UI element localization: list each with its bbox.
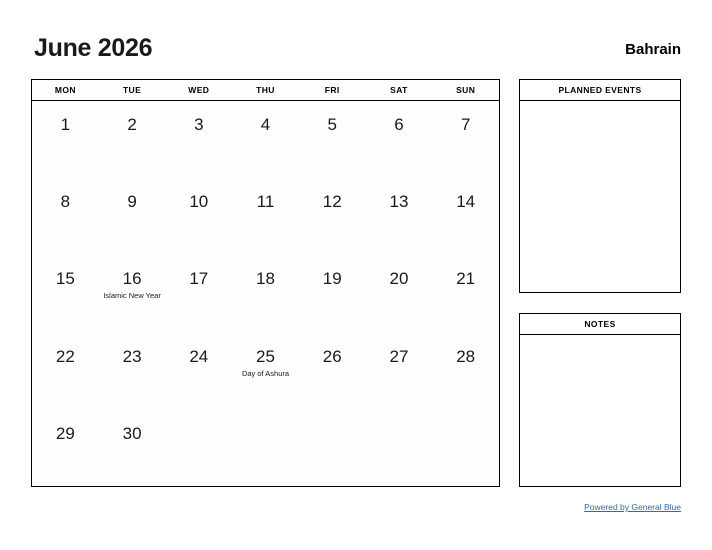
calendar-day-cell[interactable]: 1 [32, 101, 99, 178]
calendar-day-cell-empty [299, 410, 366, 487]
calendar-day-cell[interactable]: 17 [165, 255, 232, 332]
calendar-day-cell[interactable]: 16 Islamic New Year [99, 255, 166, 332]
day-of-week-header: THU [256, 85, 275, 95]
day-number: 26 [322, 346, 342, 366]
day-number: 24 [189, 346, 209, 366]
calendar-day-cell[interactable]: 3 [165, 101, 232, 178]
notes-panel: NOTES [519, 313, 681, 487]
calendar-week-row: 22 23 24 25 Day of Ashura 26 27 28 [32, 333, 499, 410]
calendar-day-cell-empty [165, 410, 232, 487]
country-label: Bahrain [625, 41, 681, 58]
day-number: 3 [194, 115, 204, 134]
day-number: 13 [389, 192, 409, 212]
day-event-label: Day of Ashura [241, 368, 290, 378]
day-of-week-header-row: MON TUE WED THU FRI SAT SUN [32, 80, 499, 101]
calendar-day-cell[interactable]: 20 [366, 255, 433, 332]
day-of-week-header: TUE [122, 85, 142, 95]
calendar-day-cell[interactable]: 5 [299, 101, 366, 178]
planned-events-title: PLANNED EVENTS [520, 80, 680, 101]
footer: Powered by General Blue [519, 497, 681, 515]
day-number: 4 [260, 115, 271, 134]
day-number: 27 [389, 346, 409, 366]
calendar-day-cell[interactable]: 26 [299, 333, 366, 410]
day-event-list: Day of Ashura [232, 369, 299, 379]
day-number: 14 [456, 192, 476, 212]
day-number: 2 [127, 115, 137, 134]
planned-events-body[interactable] [520, 101, 680, 292]
day-number: 8 [60, 192, 71, 212]
calendar-day-cell[interactable]: 12 [299, 178, 366, 255]
calendar-day-cell[interactable]: 28 [432, 333, 499, 410]
notes-body[interactable] [520, 335, 680, 486]
calendar-week-row: 1 2 3 4 5 6 7 [32, 101, 499, 178]
day-number: 30 [122, 423, 142, 443]
calendar-day-cell[interactable]: 8 [32, 178, 99, 255]
calendar-weeks: 1 2 3 4 5 6 7 8 9 10 11 12 13 14 15 16 Islamic New Year 1… [32, 101, 499, 487]
calendar-day-cell[interactable]: 29 [32, 410, 99, 487]
notes-title: NOTES [520, 314, 680, 335]
day-event-label: Islamic New Year [103, 291, 161, 301]
calendar-day-cell-empty [432, 410, 499, 487]
calendar-day-cell[interactable]: 24 [165, 333, 232, 410]
day-number: 7 [460, 115, 471, 134]
calendar-week-row: 29 30 [32, 410, 499, 487]
day-number: 5 [327, 115, 337, 134]
day-number: 29 [55, 423, 75, 443]
day-number: 11 [256, 192, 275, 212]
day-number: 16 [122, 269, 142, 289]
calendar-day-cell-empty [232, 410, 299, 487]
calendar-day-cell[interactable]: 7 [432, 101, 499, 178]
day-number: 19 [322, 269, 342, 289]
calendar-day-cell[interactable]: 23 [99, 333, 166, 410]
day-number: 20 [389, 269, 409, 289]
calendar-day-cell[interactable]: 13 [366, 178, 433, 255]
calendar-day-cell[interactable]: 21 [432, 255, 499, 332]
day-number: 23 [122, 346, 142, 366]
calendar-week-row: 8 9 10 11 12 13 14 [32, 178, 499, 255]
day-number: 21 [456, 269, 476, 289]
calendar-day-cell[interactable]: 19 [299, 255, 366, 332]
calendar-day-cell-empty [366, 410, 433, 487]
calendar-week-row: 15 16 Islamic New Year 17 18 19 20 21 [32, 255, 499, 332]
day-number: 18 [256, 269, 275, 289]
day-of-week-header: FRI [324, 85, 340, 95]
calendar-day-cell[interactable]: 6 [366, 101, 433, 178]
calendar-day-cell[interactable]: 25 Day of Ashura [232, 333, 299, 410]
planned-events-panel: PLANNED EVENTS [519, 79, 681, 293]
calendar-day-cell[interactable]: 15 [32, 255, 99, 332]
day-of-week-header: WED [188, 85, 210, 95]
day-of-week-header: SAT [390, 85, 408, 95]
calendar-day-cell[interactable]: 11 [232, 178, 299, 255]
day-number: 17 [189, 269, 209, 289]
calendar-day-cell[interactable]: 18 [232, 255, 299, 332]
calendar-day-cell[interactable]: 2 [99, 101, 166, 178]
day-number: 22 [55, 346, 75, 366]
calendar-day-cell[interactable]: 30 [99, 410, 166, 487]
page-title: June 2026 [34, 34, 153, 62]
day-number: 15 [55, 269, 75, 289]
calendar-day-cell[interactable]: 4 [232, 101, 299, 178]
day-number: 28 [456, 346, 476, 366]
calendar-day-cell[interactable]: 27 [366, 333, 433, 410]
calendar-day-cell[interactable]: 9 [99, 178, 166, 255]
day-number: 25 [256, 346, 275, 366]
day-number: 6 [394, 115, 404, 134]
calendar-day-cell[interactable]: 22 [32, 333, 99, 410]
day-number: 10 [189, 192, 209, 212]
powered-by-link[interactable]: Powered by General Blue [584, 502, 681, 512]
day-of-week-header: MON [54, 85, 76, 95]
day-number: 1 [60, 115, 71, 134]
day-event-list: Islamic New Year [99, 291, 166, 301]
calendar-page: June 2026 Bahrain MON TUE WED THU FRI SAT SUN … [0, 0, 712, 550]
calendar-day-cell[interactable]: 10 [165, 178, 232, 255]
page-header: June 2026 Bahrain [31, 33, 681, 67]
calendar-day-cell[interactable]: 14 [432, 178, 499, 255]
calendar-grid: MON TUE WED THU FRI SAT SUN 1 2 3 4 5 6 7 8 9 10 11 12 13 1… [31, 79, 500, 487]
day-number: 12 [322, 192, 342, 212]
day-number: 9 [127, 192, 137, 212]
day-of-week-header: SUN [456, 85, 476, 95]
